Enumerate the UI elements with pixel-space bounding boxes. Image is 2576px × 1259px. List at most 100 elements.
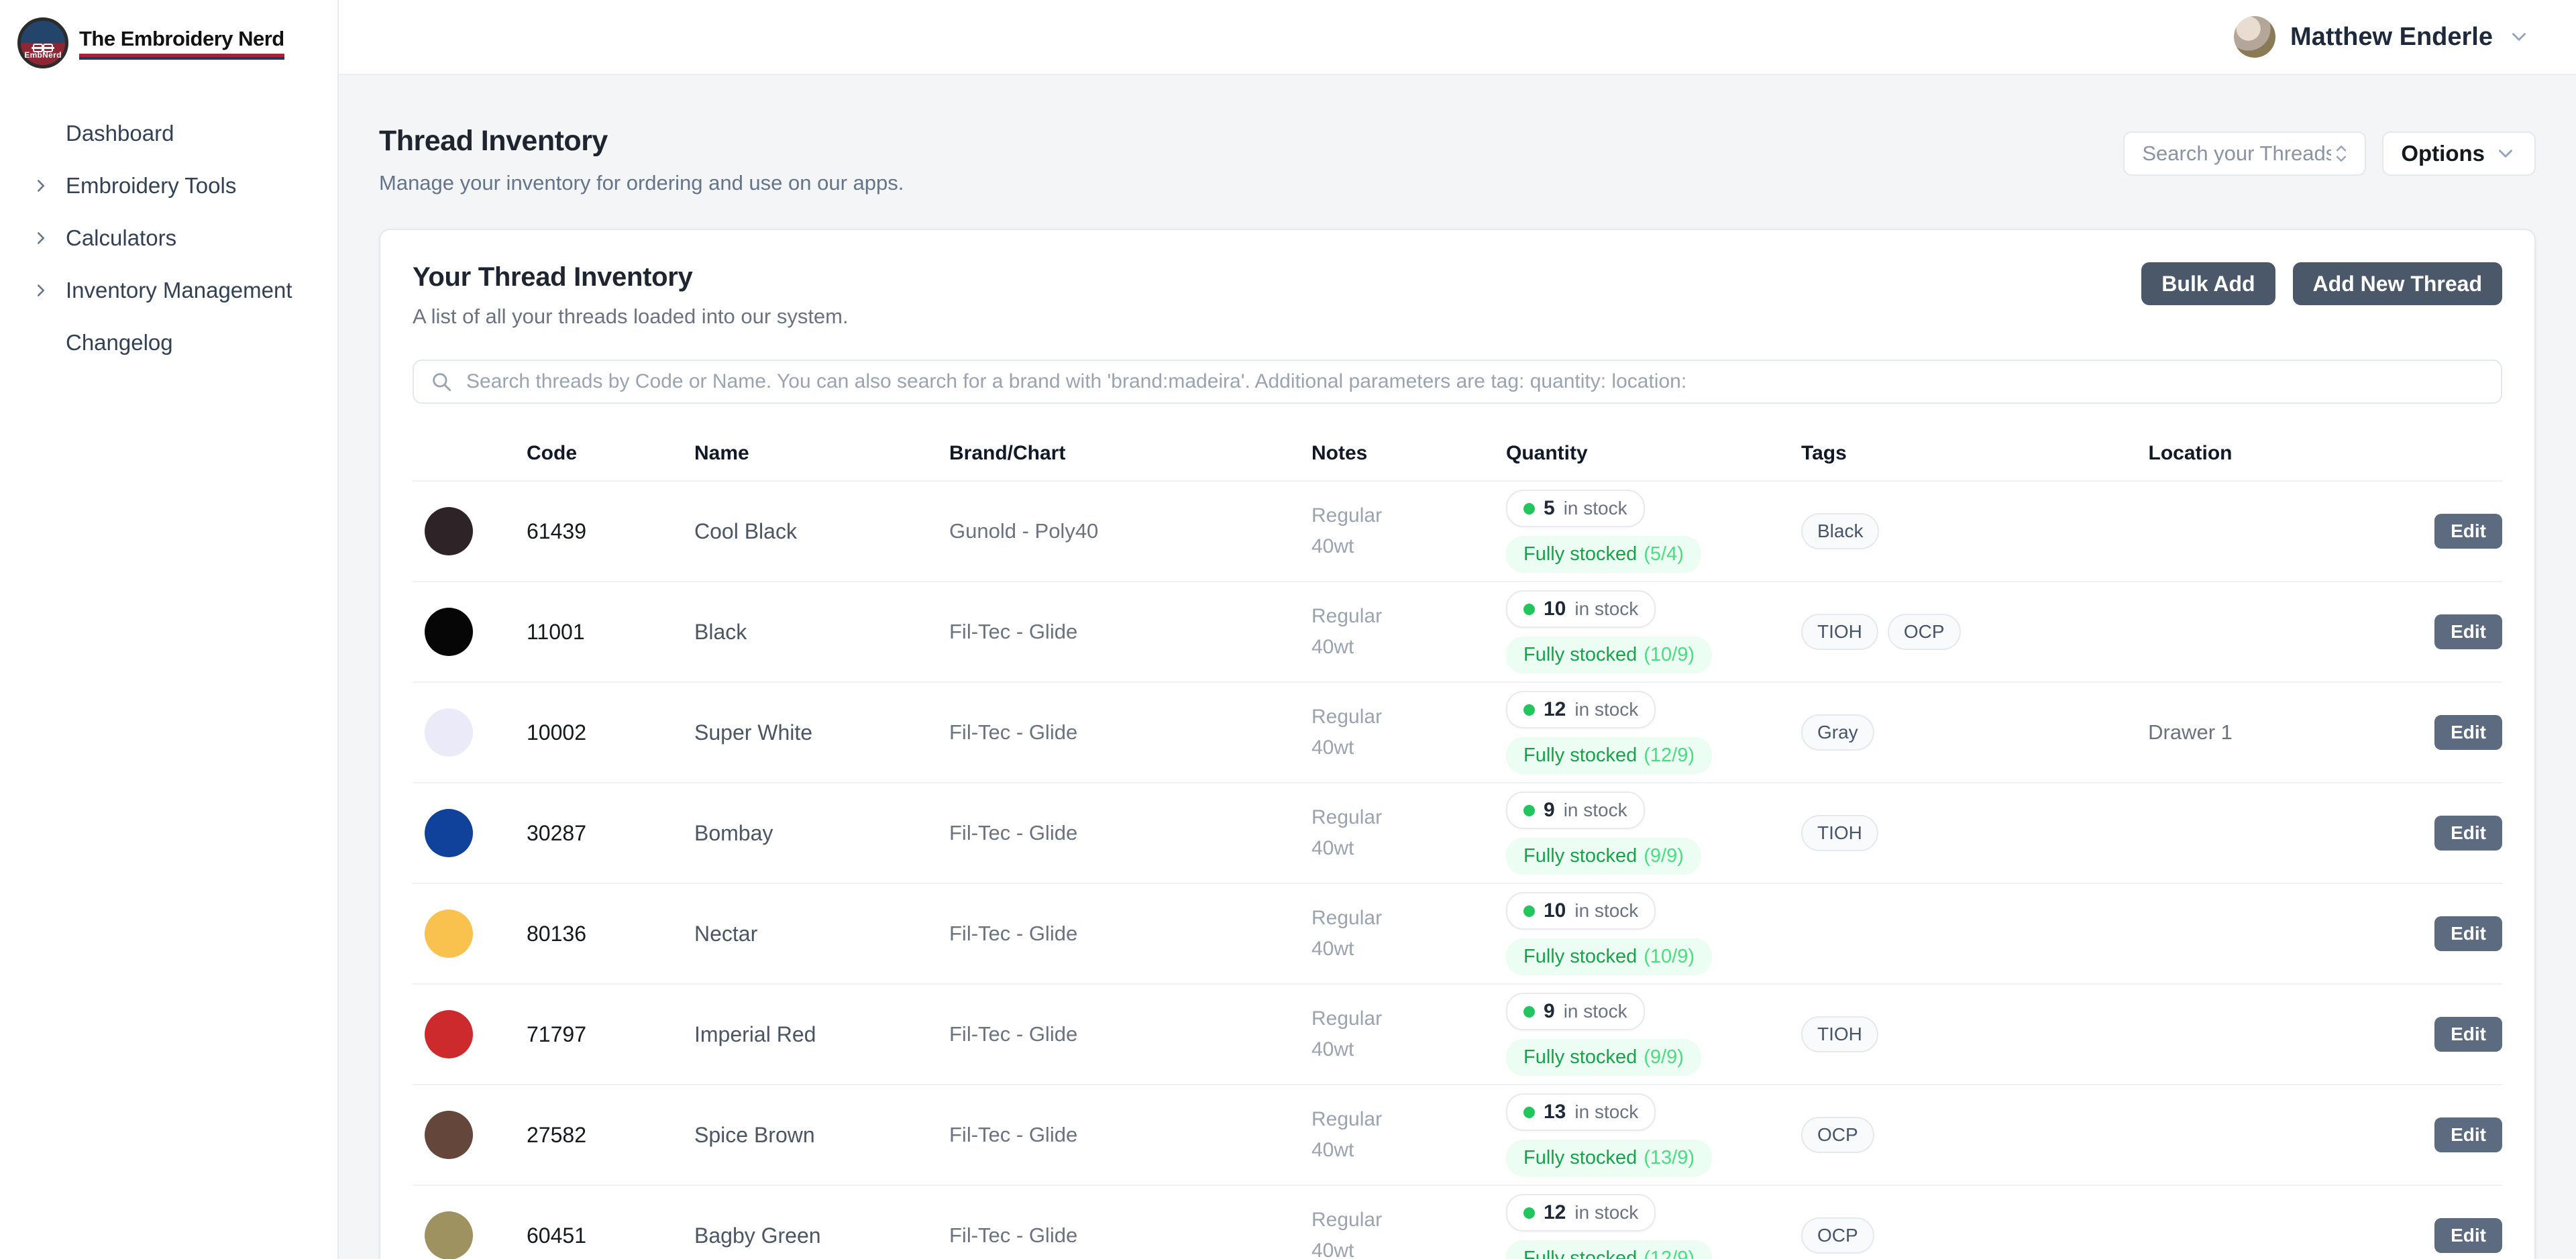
thread-color-swatch [425, 910, 473, 958]
options-button[interactable]: Options [2382, 131, 2536, 176]
stock-dot-icon [1523, 1107, 1535, 1118]
thread-inventory-card: Your Thread Inventory A list of all your… [379, 229, 2536, 1259]
bulk-add-button[interactable]: Bulk Add [2141, 262, 2275, 305]
sidebar-item-dashboard[interactable]: Dashboard [0, 107, 337, 160]
table-row: 80136 Nectar Fil-Tec - Glide Regular 40w… [413, 884, 2502, 985]
fully-stocked-badge: Fully stocked (10/9) [1506, 637, 1712, 673]
cell-name: Spice Brown [667, 1123, 922, 1148]
edit-button[interactable]: Edit [2434, 514, 2502, 549]
stock-count-pill: 5 in stock [1506, 490, 1645, 527]
chevron-right-icon [31, 280, 51, 300]
cell-name: Cool Black [667, 519, 922, 544]
brand-logo-icon: EmbNerd [17, 17, 68, 68]
table-row: 71797 Imperial Red Fil-Tec - Glide Regul… [413, 985, 2502, 1085]
edit-button[interactable]: Edit [2434, 1017, 2502, 1052]
sidebar-item-label: Dashboard [66, 121, 174, 146]
thread-color-swatch [425, 1211, 473, 1259]
chevron-right-icon [31, 176, 51, 196]
edit-button[interactable]: Edit [2434, 1117, 2502, 1152]
stock-count-pill: 9 in stock [1506, 791, 1645, 829]
stock-count-pill: 12 in stock [1506, 691, 1656, 728]
tag-badge: Black [1801, 513, 1879, 549]
tag-badge: OCP [1801, 1117, 1874, 1153]
chevron-right-icon [31, 228, 51, 248]
sidebar-item-changelog[interactable]: Changelog [0, 317, 337, 369]
cell-name: Bagby Green [667, 1223, 922, 1248]
stocked-ratio: (5/4) [1644, 543, 1684, 565]
sidebar-item-inventory-management[interactable]: Inventory Management [0, 264, 337, 317]
stock-suffix: in stock [1564, 800, 1627, 821]
fully-stocked-badge: Fully stocked (9/9) [1506, 838, 1701, 875]
cell-name: Imperial Red [667, 1022, 922, 1047]
thread-color-swatch [425, 608, 473, 656]
thread-color-swatch [425, 708, 473, 757]
cell-tags: TIOH [1768, 1016, 2002, 1052]
thread-search-input[interactable] [2142, 142, 2331, 166]
fully-stocked-badge: Fully stocked (13/9) [1506, 1140, 1712, 1176]
chevron-down-icon[interactable] [2508, 25, 2530, 48]
table-row: 60451 Bagby Green Fil-Tec - Glide Regula… [413, 1186, 2502, 1259]
fully-stocked-label: Fully stocked [1523, 1147, 1637, 1169]
edit-button[interactable]: Edit [2434, 715, 2502, 750]
thread-color-swatch [425, 809, 473, 857]
stock-count: 10 [1544, 598, 1566, 620]
stock-count: 5 [1544, 497, 1555, 520]
cell-code: 30287 [500, 821, 667, 846]
sidebar-item-calculators[interactable]: Calculators [0, 212, 337, 264]
cell-code: 60451 [500, 1223, 667, 1248]
stock-count-pill: 13 in stock [1506, 1093, 1656, 1131]
stock-count-pill: 9 in stock [1506, 993, 1645, 1030]
cell-notes: Regular 40wt [1285, 1205, 1426, 1259]
cell-tags: Gray [1768, 714, 2002, 751]
edit-button[interactable]: Edit [2434, 816, 2502, 851]
cell-name: Nectar [667, 922, 922, 946]
stock-dot-icon [1523, 906, 1535, 917]
fully-stocked-badge: Fully stocked (5/4) [1506, 536, 1701, 573]
stock-count: 9 [1544, 799, 1555, 822]
thread-search-select[interactable] [2123, 131, 2366, 176]
stock-suffix: in stock [1574, 699, 1638, 720]
stock-suffix: in stock [1574, 900, 1638, 922]
fully-stocked-label: Fully stocked [1523, 644, 1637, 666]
select-updown-icon [2331, 141, 2351, 166]
cell-notes: Regular 40wt [1285, 702, 1426, 764]
user-name[interactable]: Matthew Enderle [2290, 23, 2493, 52]
cell-code: 10002 [500, 720, 667, 745]
tag-badge: TIOH [1801, 614, 1878, 650]
glasses-icon [32, 42, 54, 49]
search-icon [430, 370, 453, 393]
stock-count: 12 [1544, 698, 1566, 721]
table-row: 61439 Cool Black Gunold - Poly40 Regular… [413, 482, 2502, 582]
stock-dot-icon [1523, 704, 1535, 716]
brand-logo[interactable]: EmbNerd The Embroidery Nerd [0, 0, 337, 75]
app-window: EmbNerd The Embroidery Nerd Dashboard Emb… [0, 0, 2576, 1259]
table-search-input[interactable] [466, 370, 2485, 393]
user-avatar[interactable] [2234, 16, 2275, 58]
table-search-box[interactable] [413, 360, 2502, 404]
cell-notes: Regular 40wt [1285, 802, 1426, 865]
cell-name: Super White [667, 720, 922, 745]
edit-button[interactable]: Edit [2434, 614, 2502, 649]
stocked-ratio: (10/9) [1644, 644, 1695, 666]
cell-notes: Regular 40wt [1285, 601, 1426, 663]
add-new-thread-button[interactable]: Add New Thread [2293, 262, 2502, 305]
card-title: Your Thread Inventory [413, 262, 849, 292]
cell-notes: Regular 40wt [1285, 500, 1426, 563]
fully-stocked-label: Fully stocked [1523, 946, 1637, 968]
sidebar-item-embroidery-tools[interactable]: Embroidery Tools [0, 160, 337, 212]
table-row: 27582 Spice Brown Fil-Tec - Glide Regula… [413, 1085, 2502, 1186]
stock-suffix: in stock [1574, 598, 1638, 620]
page-title: Thread Inventory [379, 125, 904, 158]
cell-code: 71797 [500, 1022, 667, 1047]
stock-dot-icon [1523, 1207, 1535, 1219]
page-subtitle: Manage your inventory for ordering and u… [379, 171, 904, 195]
fully-stocked-label: Fully stocked [1523, 745, 1637, 767]
cell-code: 27582 [500, 1123, 667, 1148]
edit-button[interactable]: Edit [2434, 1218, 2502, 1253]
stock-dot-icon [1523, 604, 1535, 615]
edit-button[interactable]: Edit [2434, 916, 2502, 951]
fully-stocked-badge: Fully stocked (12/9) [1506, 1240, 1712, 1259]
fully-stocked-label: Fully stocked [1523, 845, 1637, 867]
tag-badge: OCP [1801, 1217, 1874, 1254]
table-row: 10002 Super White Fil-Tec - Glide Regula… [413, 683, 2502, 783]
